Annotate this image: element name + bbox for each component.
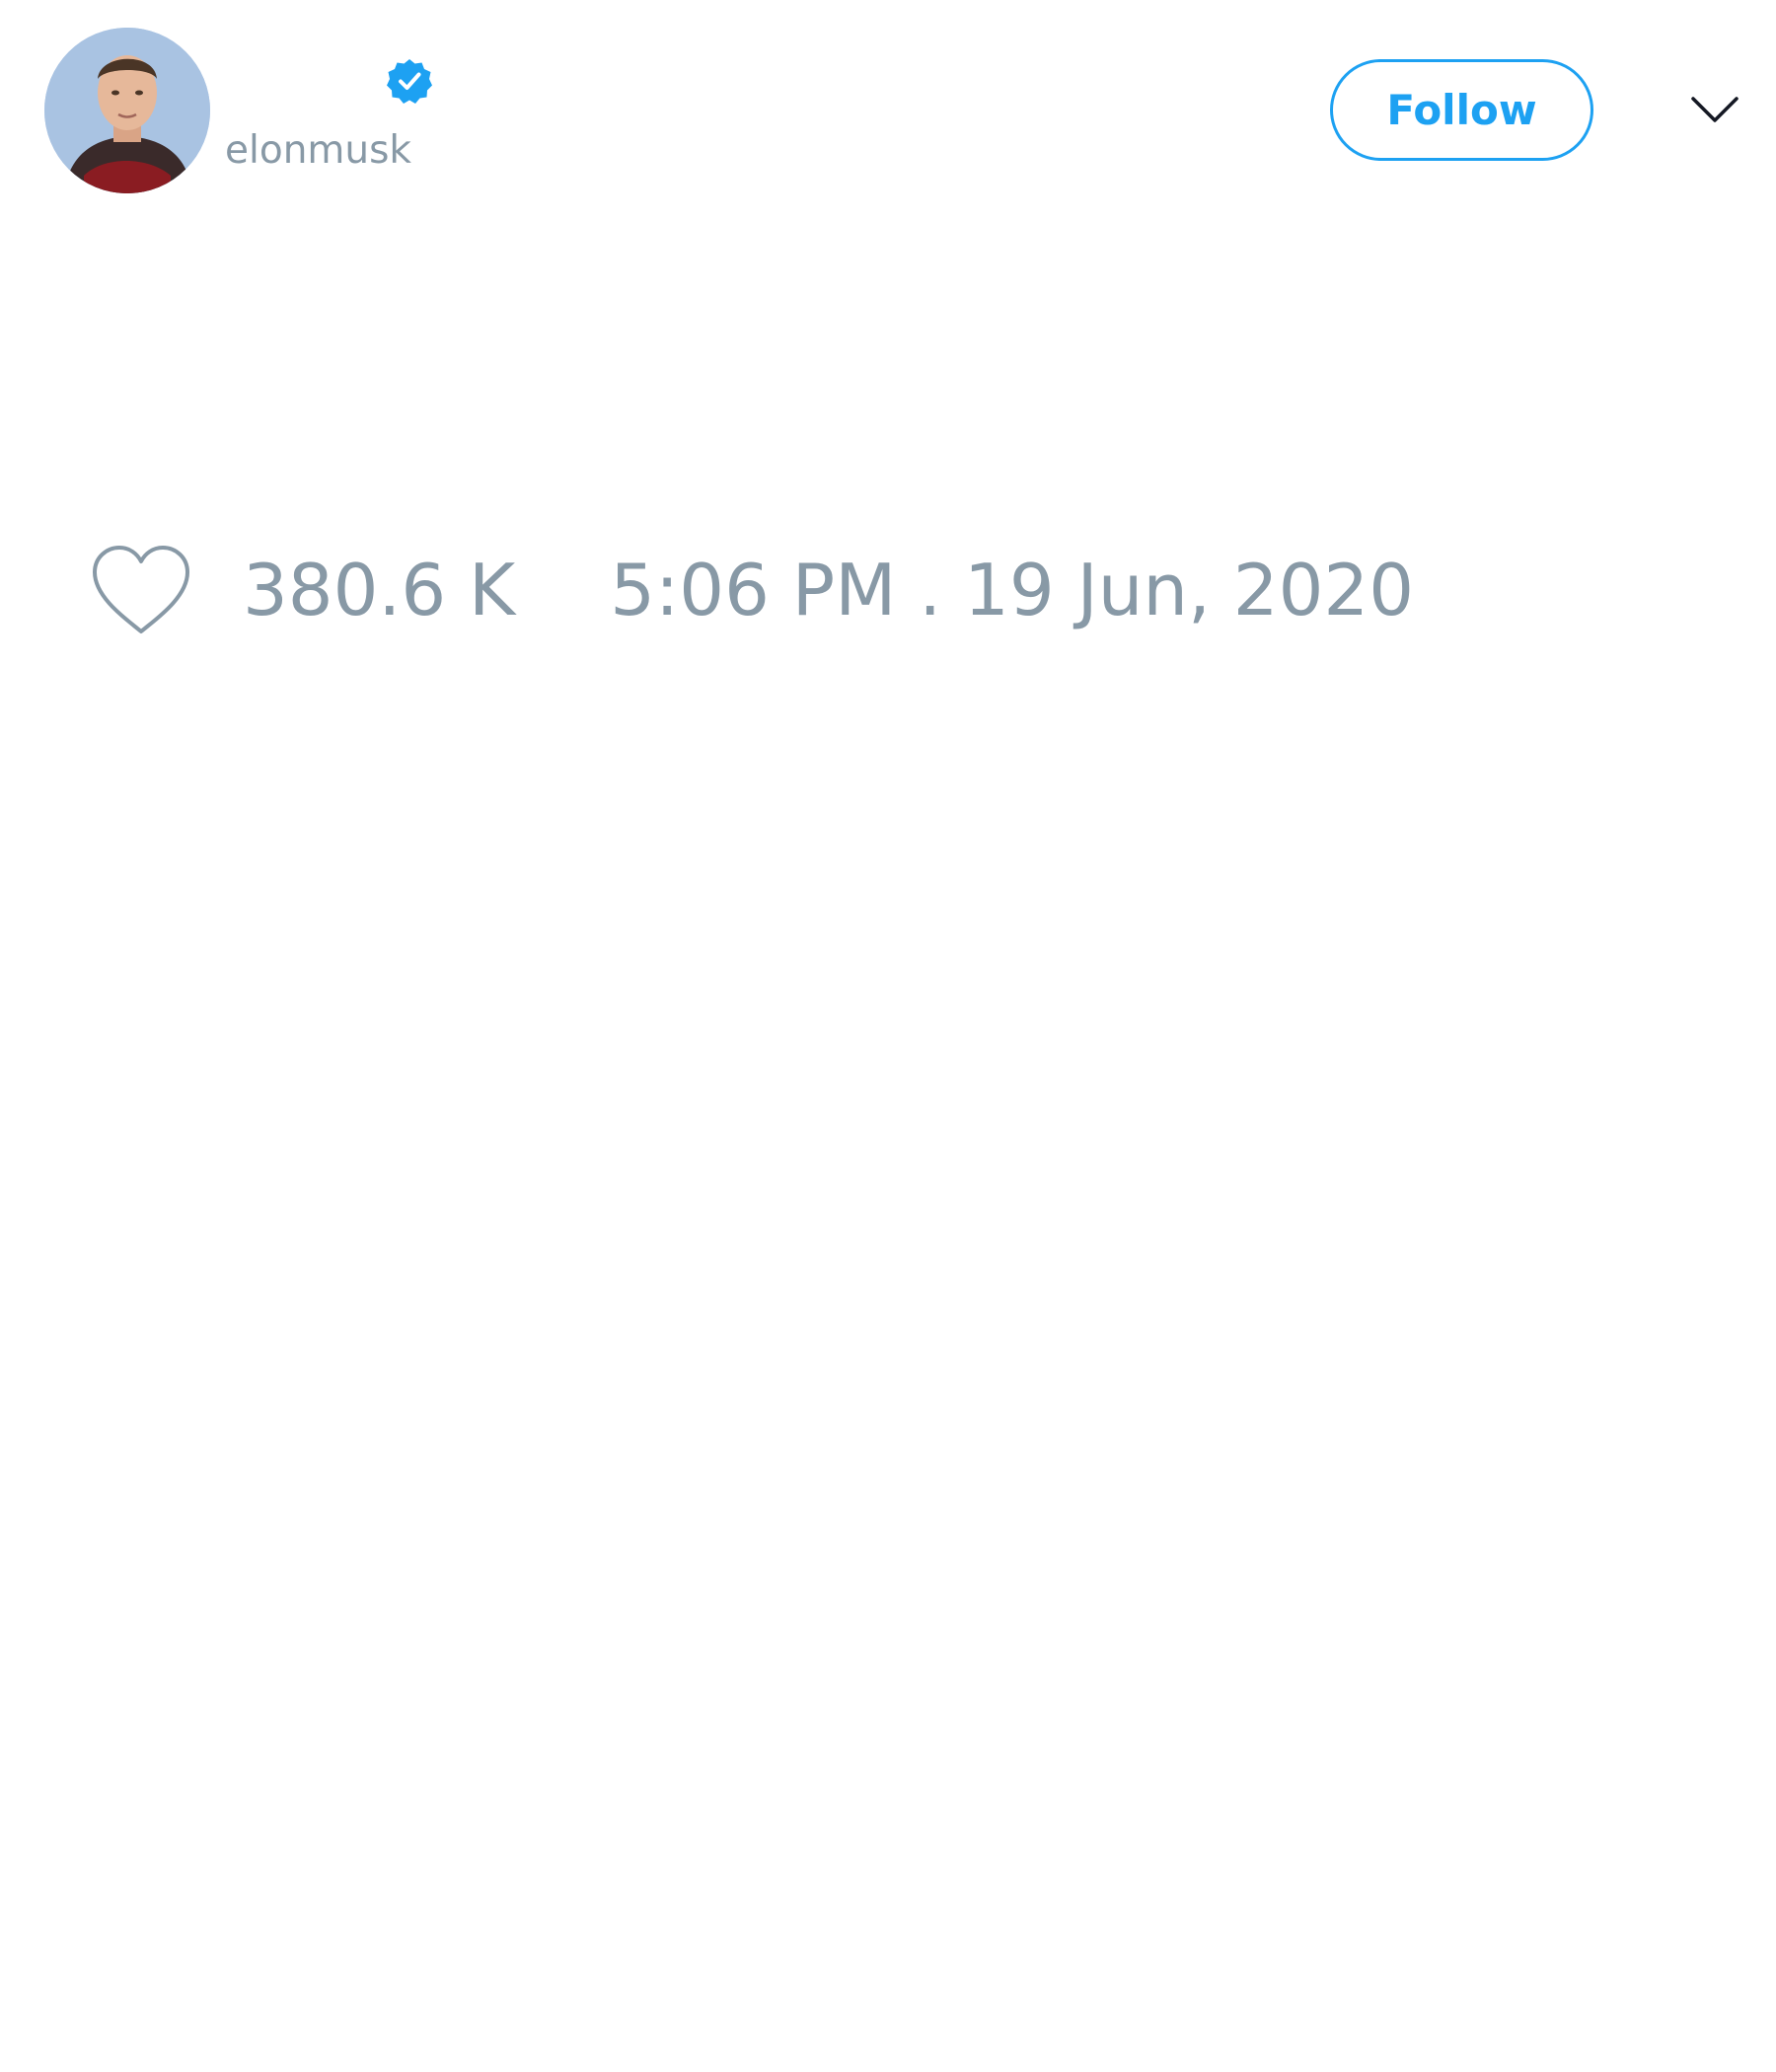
avatar[interactable] bbox=[44, 28, 210, 193]
tweet-card: elonmusk Follow 380.6 K 5:06 PM . 19 Jun… bbox=[0, 0, 1776, 2072]
avatar-photo bbox=[44, 28, 210, 193]
like-count: 380.6 K bbox=[243, 549, 516, 631]
tweet-meta: 380.6 K 5:06 PM . 19 Jun, 2020 bbox=[89, 541, 1414, 639]
follow-button[interactable]: Follow bbox=[1330, 59, 1593, 161]
tweet-timestamp[interactable]: 5:06 PM . 19 Jun, 2020 bbox=[610, 549, 1414, 631]
verified-badge-icon bbox=[387, 59, 432, 104]
chevron-down-icon[interactable] bbox=[1690, 91, 1739, 130]
author-handle[interactable]: elonmusk bbox=[225, 126, 411, 176]
heart-icon[interactable] bbox=[89, 543, 193, 637]
